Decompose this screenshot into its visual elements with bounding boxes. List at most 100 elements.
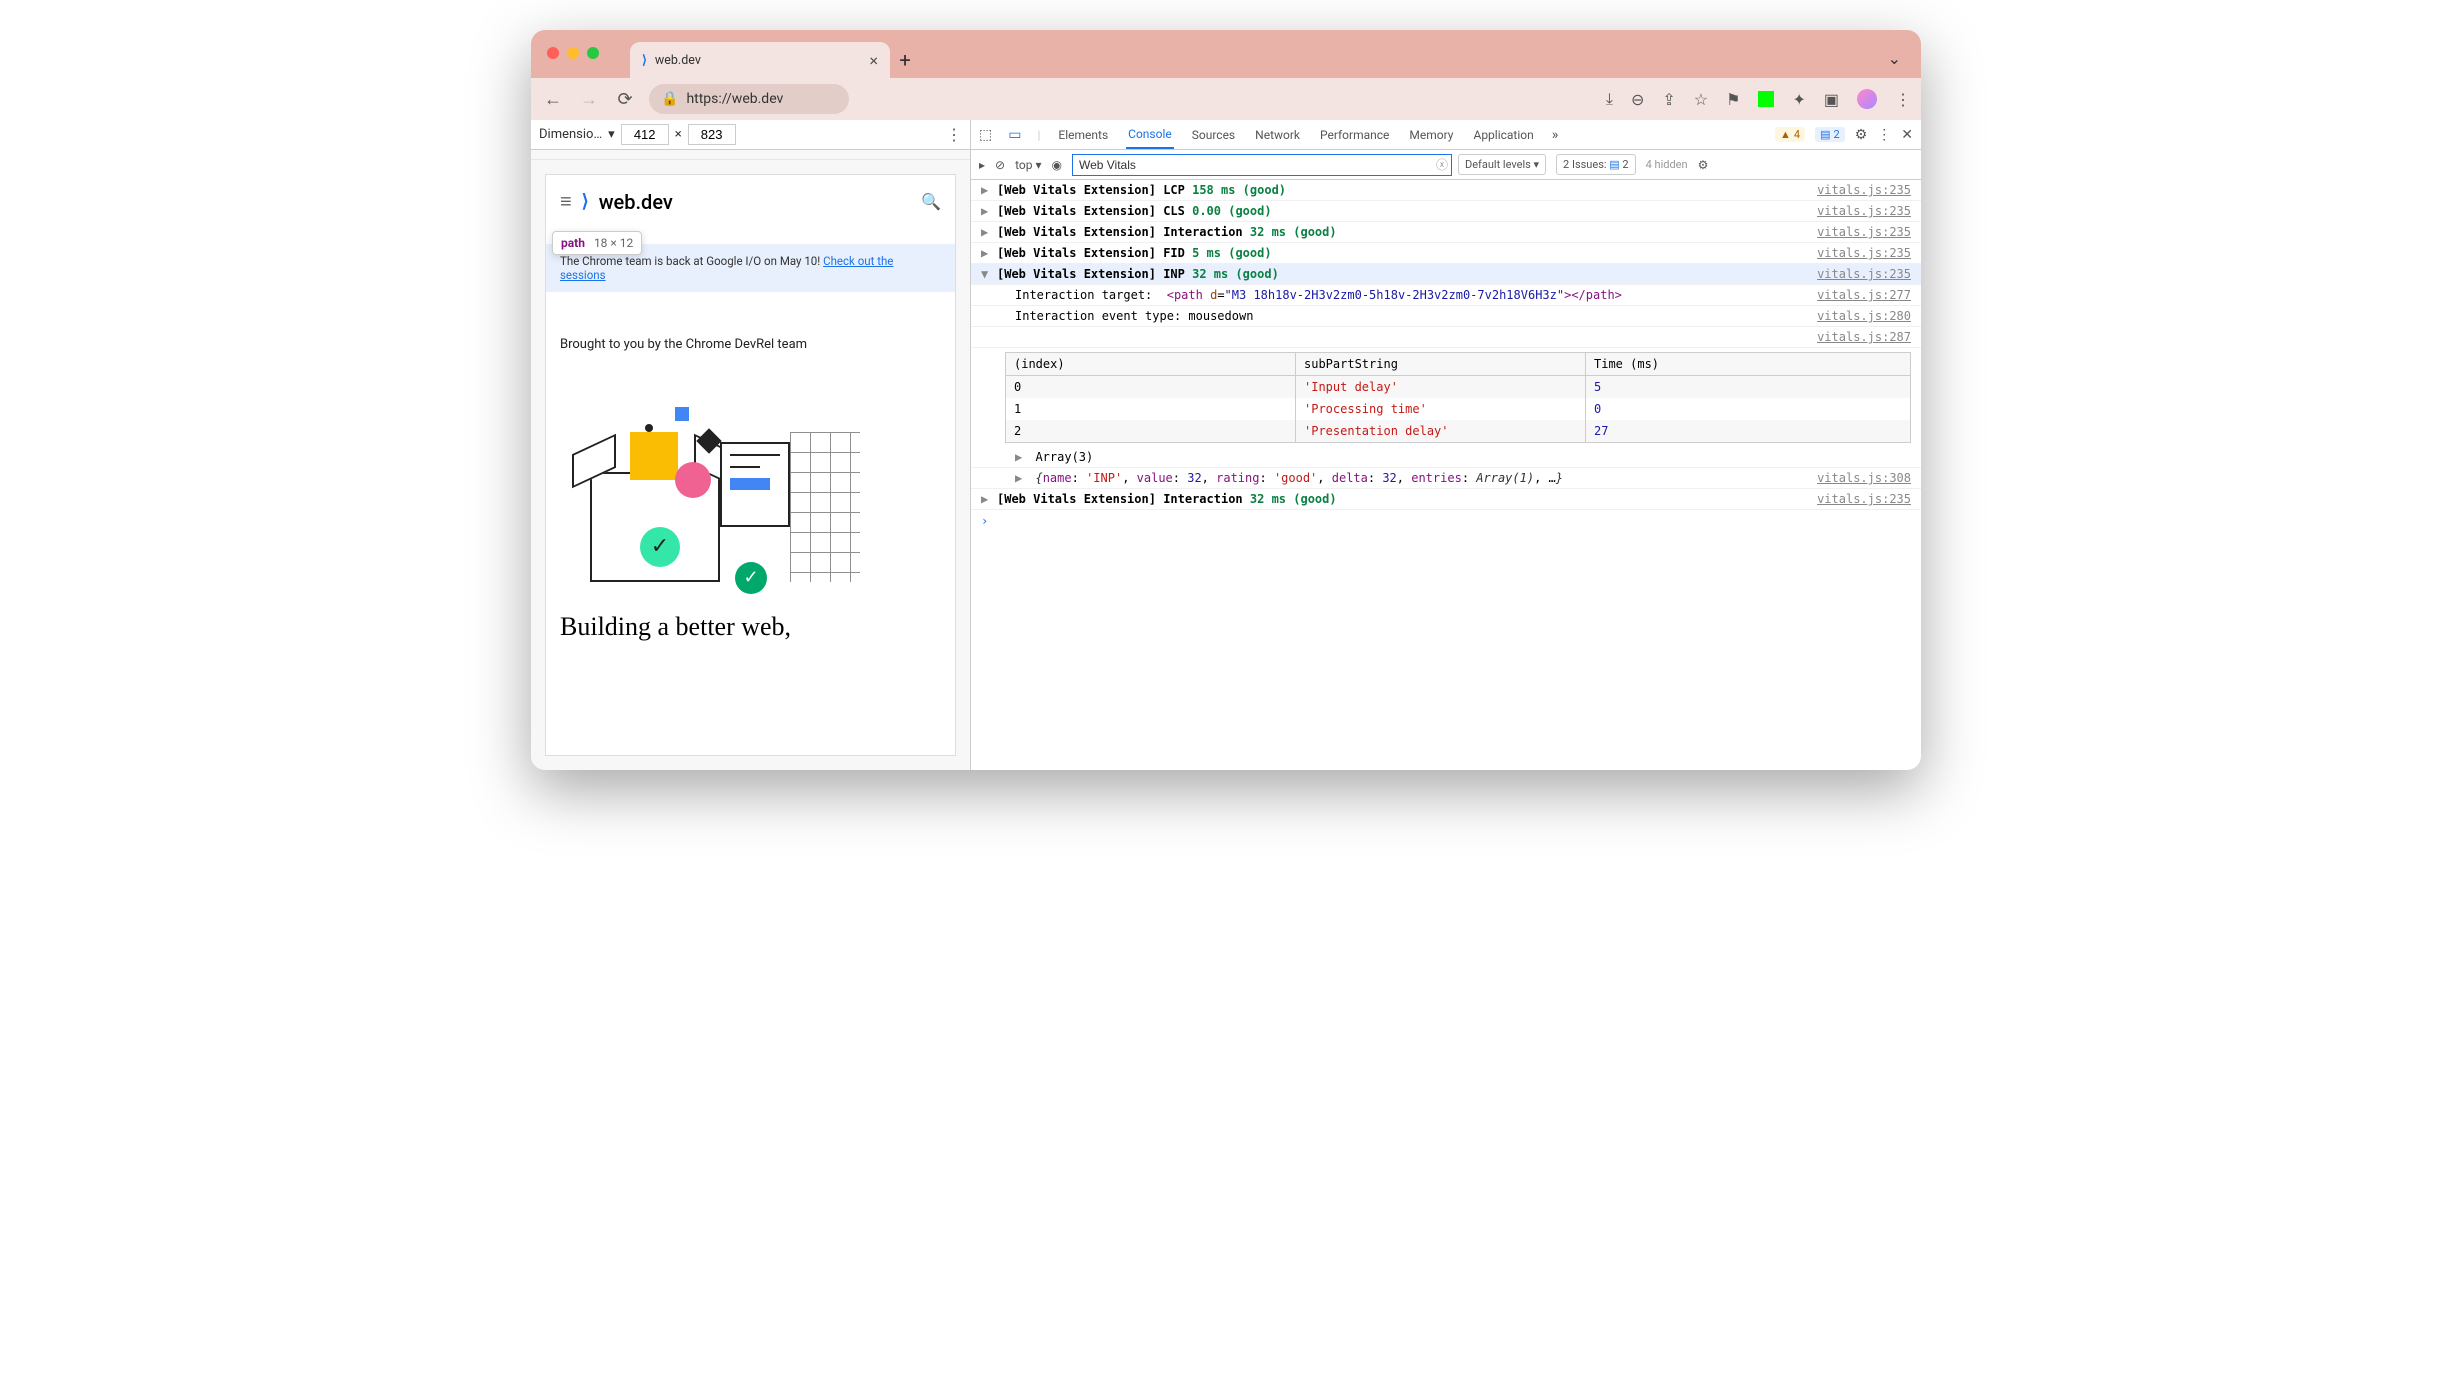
source-link[interactable]: vitals.js:287 xyxy=(1817,330,1911,344)
console-filter-input[interactable] xyxy=(1072,154,1452,176)
log-levels-selector[interactable]: Default levels ▾ xyxy=(1458,154,1546,175)
webdev-logo-icon: ⟩ xyxy=(582,191,589,212)
source-link[interactable]: vitals.js:280 xyxy=(1817,309,1911,323)
share-icon[interactable]: ⇪ xyxy=(1662,90,1675,109)
search-icon[interactable]: 🔍 xyxy=(921,192,941,211)
more-tabs-icon[interactable]: » xyxy=(1552,127,1559,143)
url-toolbar: ← → ⟳ 🔒 https://web.dev ⤓ ⊖ ⇪ ☆ ⚑ ✦ ▣ ⋮ xyxy=(531,78,1921,120)
minimize-window-icon[interactable] xyxy=(567,47,579,59)
tab-application[interactable]: Application xyxy=(1471,122,1535,148)
dimension-separator: × xyxy=(675,127,682,142)
source-link[interactable]: vitals.js:235 xyxy=(1817,183,1911,197)
console-row[interactable]: ▶ [Web Vitals Extension] Interaction 32 … xyxy=(971,489,1921,510)
info-badge[interactable]: ▤ 2 xyxy=(1815,127,1845,142)
console-row[interactable]: ▶ [Web Vitals Extension] CLS 0.00 (good)… xyxy=(971,201,1921,222)
source-link[interactable]: vitals.js:277 xyxy=(1817,288,1911,302)
width-input[interactable] xyxy=(621,124,669,145)
tab-dropdown-icon[interactable]: ⌄ xyxy=(1888,49,1901,78)
console-row[interactable]: ▶ {name: 'INP', value: 32, rating: 'good… xyxy=(971,468,1921,489)
settings-icon[interactable]: ⚙ xyxy=(1855,127,1868,143)
check-icon: ✓ xyxy=(640,527,680,567)
new-tab-button[interactable]: + xyxy=(890,48,920,78)
console-row[interactable]: ▶ [Web Vitals Extension] Interaction 32 … xyxy=(971,222,1921,243)
bookmark-icon[interactable]: ☆ xyxy=(1694,90,1708,109)
source-link[interactable]: vitals.js:235 xyxy=(1817,225,1911,239)
issues-button[interactable]: 2 Issues: ▤ 2 xyxy=(1556,154,1636,175)
expand-arrow-icon[interactable]: ▶ xyxy=(981,246,991,260)
device-menu-icon[interactable]: ⋮ xyxy=(946,125,962,144)
device-toggle-icon[interactable]: ▭ xyxy=(1008,127,1021,143)
profile-avatar[interactable] xyxy=(1857,89,1877,109)
source-link[interactable]: vitals.js:235 xyxy=(1817,246,1911,260)
clear-filter-icon[interactable]: ⓧ xyxy=(1436,156,1448,173)
close-window-icon[interactable] xyxy=(547,47,559,59)
console-row: Interaction target: <path d="M3 18h18v-2… xyxy=(971,285,1921,306)
dropdown-icon[interactable]: ▾ xyxy=(608,127,615,142)
url-bar[interactable]: 🔒 https://web.dev xyxy=(649,84,849,114)
tab-elements[interactable]: Elements xyxy=(1056,122,1110,148)
live-expression-icon[interactable]: ◉ xyxy=(1051,158,1061,172)
expand-arrow-icon[interactable]: ▶ xyxy=(1015,450,1022,464)
inspect-icon[interactable]: ⬚ xyxy=(979,127,992,143)
close-tab-icon[interactable]: × xyxy=(869,51,878,70)
console-row[interactable]: ▶ Array(3) xyxy=(971,447,1921,468)
dimensions-label[interactable]: Dimensio… xyxy=(539,127,602,142)
favicon-icon: ⟩ xyxy=(642,52,647,68)
expand-arrow-icon[interactable]: ▶ xyxy=(981,204,991,218)
tab-memory[interactable]: Memory xyxy=(1407,122,1455,148)
console-row[interactable]: ▶ [Web Vitals Extension] FID 5 ms (good)… xyxy=(971,243,1921,264)
clear-console-icon[interactable]: ⊘ xyxy=(995,158,1005,172)
tab-sources[interactable]: Sources xyxy=(1190,122,1237,148)
table-header: Time (ms) xyxy=(1586,353,1910,375)
tab-console[interactable]: Console xyxy=(1126,121,1174,149)
expand-arrow-icon[interactable]: ▶ xyxy=(1015,471,1022,485)
hidden-count: 4 hidden xyxy=(1646,158,1688,171)
toolbar-actions: ⤓ ⊖ ⇪ ☆ ⚑ ✦ ▣ ⋮ xyxy=(1606,89,1911,109)
console-row: Interaction event type: mousedownvitals.… xyxy=(971,306,1921,327)
back-button[interactable]: ← xyxy=(541,89,565,110)
console-row: vitals.js:287 xyxy=(971,327,1921,348)
source-link[interactable]: vitals.js:235 xyxy=(1817,492,1911,506)
devtools-tabbar: ⬚ ▭ | Elements Console Sources Network P… xyxy=(971,120,1921,150)
window-controls xyxy=(547,47,599,59)
expand-arrow-icon[interactable]: ▶ xyxy=(981,492,991,506)
site-title: web.dev xyxy=(599,190,673,214)
warnings-badge[interactable]: ▲ 4 xyxy=(1775,127,1805,142)
console-output[interactable]: ▶ [Web Vitals Extension] LCP 158 ms (goo… xyxy=(971,180,1921,770)
table-row: 2'Presentation delay'27 xyxy=(1006,420,1910,442)
console-prompt[interactable]: › xyxy=(971,510,1921,532)
emulated-page[interactable]: ≡ ⟩ web.dev 🔍 path 18 × 12 The Chrome te… xyxy=(545,174,956,756)
tooltip-tag: path xyxy=(561,236,585,250)
close-devtools-icon[interactable]: ✕ xyxy=(1901,127,1913,143)
collapse-arrow-icon[interactable]: ▼ xyxy=(981,267,991,281)
extensions-puzzle-icon[interactable]: ✦ xyxy=(1792,90,1805,109)
hamburger-icon[interactable]: ≡ xyxy=(560,189,572,214)
browser-tab[interactable]: ⟩ web.dev × xyxy=(630,42,890,78)
flag-icon[interactable]: ⚑ xyxy=(1726,90,1740,109)
console-row[interactable]: ▼ [Web Vitals Extension] INP 32 ms (good… xyxy=(971,264,1921,285)
expand-arrow-icon[interactable]: ▶ xyxy=(981,225,991,239)
extension-icon[interactable] xyxy=(1758,91,1774,107)
ruler xyxy=(531,150,970,160)
maximize-window-icon[interactable] xyxy=(587,47,599,59)
tab-performance[interactable]: Performance xyxy=(1318,122,1391,148)
context-selector[interactable]: top ▾ xyxy=(1015,158,1041,172)
devtools-menu-icon[interactable]: ⋮ xyxy=(1877,127,1891,143)
tab-network[interactable]: Network xyxy=(1253,122,1302,148)
expand-arrow-icon[interactable]: ▶ xyxy=(981,183,991,197)
height-input[interactable] xyxy=(688,124,736,145)
sidepanel-icon[interactable]: ▣ xyxy=(1824,90,1839,109)
console-settings-icon[interactable]: ⚙ xyxy=(1698,158,1709,172)
source-link[interactable]: vitals.js:235 xyxy=(1817,267,1911,281)
tab-title: web.dev xyxy=(655,53,701,68)
menu-icon[interactable]: ⋮ xyxy=(1895,90,1911,109)
source-link[interactable]: vitals.js:235 xyxy=(1817,204,1911,218)
console-sidebar-icon[interactable]: ▸ xyxy=(979,158,985,172)
zoom-icon[interactable]: ⊖ xyxy=(1631,90,1644,109)
forward-button[interactable]: → xyxy=(577,89,601,110)
subheading: Brought to you by the Chrome DevRel team xyxy=(560,337,941,352)
console-row[interactable]: ▶ [Web Vitals Extension] LCP 158 ms (goo… xyxy=(971,180,1921,201)
download-icon[interactable]: ⤓ xyxy=(1606,89,1613,109)
refresh-button[interactable]: ⟳ xyxy=(613,89,637,110)
source-link[interactable]: vitals.js:308 xyxy=(1817,471,1911,485)
